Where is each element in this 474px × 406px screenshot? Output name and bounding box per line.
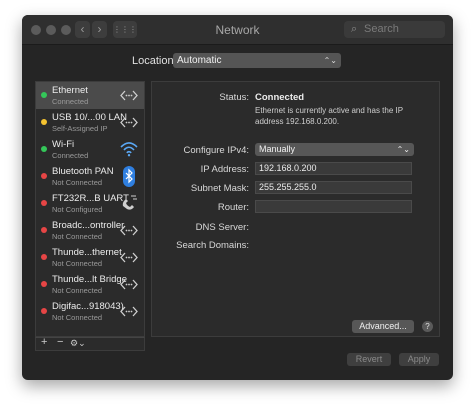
- status-dot-icon: [41, 146, 47, 152]
- bluetooth-icon: [118, 166, 140, 187]
- service-status: Connected: [52, 97, 89, 106]
- service-item[interactable]: Thunde...lt Bridge Not Connected: [36, 271, 144, 298]
- service-list-toolbar: + − ⚙⌄: [35, 336, 145, 351]
- service-status: Not Configured: [52, 205, 103, 214]
- search-field[interactable]: ⌕ Search: [344, 21, 445, 38]
- service-name: Digifac...918043): [52, 301, 124, 312]
- service-status: Self-Assigned IP: [52, 124, 108, 133]
- ethernet-icon: [118, 274, 140, 295]
- service-name: Thunde...lt Bridge: [52, 274, 127, 285]
- service-status: Not Connected: [52, 178, 103, 187]
- ethernet-icon: [118, 301, 140, 322]
- status-label: Status:: [219, 92, 249, 103]
- ethernet-icon: [118, 247, 140, 268]
- ethernet-icon: [118, 85, 140, 106]
- status-dot-icon: [41, 227, 47, 233]
- status-value: Connected: [255, 92, 305, 103]
- chevron-updown-icon: ⌃⌄: [396, 145, 410, 154]
- configure-ipv4-value: Manually: [259, 144, 296, 154]
- service-status: Not Connected: [52, 286, 103, 295]
- service-item[interactable]: USB 10/...00 LAN Self-Assigned IP: [36, 109, 144, 136]
- chevron-updown-icon: ⌃⌄: [323, 56, 337, 65]
- ethernet-icon: [118, 112, 140, 133]
- service-item[interactable]: Broadc...ontroller Not Connected: [36, 217, 144, 244]
- location-value: Automatic: [177, 55, 222, 66]
- apply-button[interactable]: Apply: [399, 353, 439, 366]
- title-bar: ‹ › ⋮⋮⋮ Network ⌕ Search: [22, 15, 453, 45]
- status-dot-icon: [41, 254, 47, 260]
- service-status: Not Connected: [52, 232, 103, 241]
- service-item[interactable]: Wi-Fi Connected: [36, 136, 144, 163]
- detail-panel: Status: Connected Ethernet is currently …: [151, 81, 440, 337]
- location-label: Location:: [132, 55, 177, 67]
- action-menu-button[interactable]: ⚙⌄: [70, 338, 86, 349]
- remove-service-button[interactable]: −: [57, 336, 63, 348]
- service-name: Bluetooth PAN: [52, 166, 114, 177]
- status-dot-icon: [41, 92, 47, 98]
- phone-icon: [118, 193, 140, 214]
- help-button[interactable]: ?: [422, 321, 433, 332]
- service-status: Not Connected: [52, 259, 103, 268]
- dns-server-label: DNS Server:: [195, 222, 249, 233]
- service-list: Ethernet Connected USB 10/...00 LAN Self-As…: [35, 81, 145, 337]
- subnet-mask-label: Subnet Mask:: [190, 183, 249, 194]
- router-label: Router:: [217, 202, 249, 213]
- location-select[interactable]: Automatic ⌃⌄: [173, 53, 341, 68]
- service-status: Connected: [52, 151, 89, 160]
- router-field[interactable]: [255, 200, 412, 213]
- service-item[interactable]: Bluetooth PAN Not Connected: [36, 163, 144, 190]
- service-item[interactable]: Ethernet Connected: [36, 82, 144, 109]
- subnet-mask-field[interactable]: 255.255.255.0: [255, 181, 412, 194]
- status-dot-icon: [41, 281, 47, 287]
- search-placeholder: Search: [364, 23, 399, 35]
- service-name: Thunde...thernet: [52, 247, 122, 258]
- wifi-icon: [118, 139, 140, 160]
- ip-address-label: IP Address:: [200, 164, 249, 175]
- service-item[interactable]: Digifac...918043) Not Connected: [36, 298, 144, 325]
- configure-ipv4-label: Configure IPv4:: [183, 145, 249, 156]
- network-window: ‹ › ⋮⋮⋮ Network ⌕ Search Location: Autom…: [22, 15, 453, 380]
- status-dot-icon: [41, 200, 47, 206]
- service-item[interactable]: Thunde...thernet Not Connected: [36, 244, 144, 271]
- status-dot-icon: [41, 119, 47, 125]
- search-domains-label: Search Domains:: [176, 240, 249, 251]
- service-name: USB 10/...00 LAN: [52, 112, 127, 123]
- add-service-button[interactable]: +: [41, 336, 47, 348]
- ethernet-icon: [118, 220, 140, 241]
- service-name: Ethernet: [52, 85, 88, 96]
- service-name: Wi-Fi: [52, 139, 75, 150]
- configure-ipv4-select[interactable]: Manually ⌃⌄: [255, 143, 414, 156]
- status-dot-icon: [41, 173, 47, 179]
- ip-address-field[interactable]: 192.168.0.200: [255, 162, 412, 175]
- status-dot-icon: [41, 308, 47, 314]
- advanced-button[interactable]: Advanced...: [352, 320, 414, 333]
- service-status: Not Connected: [52, 313, 103, 322]
- status-description: Ethernet is currently active and has the…: [255, 106, 403, 126]
- service-name: Broadc...ontroller: [52, 220, 125, 231]
- service-item[interactable]: FT232R...B UART Not Configured: [36, 190, 144, 217]
- revert-button[interactable]: Revert: [347, 353, 391, 366]
- search-icon: ⌕: [351, 23, 358, 35]
